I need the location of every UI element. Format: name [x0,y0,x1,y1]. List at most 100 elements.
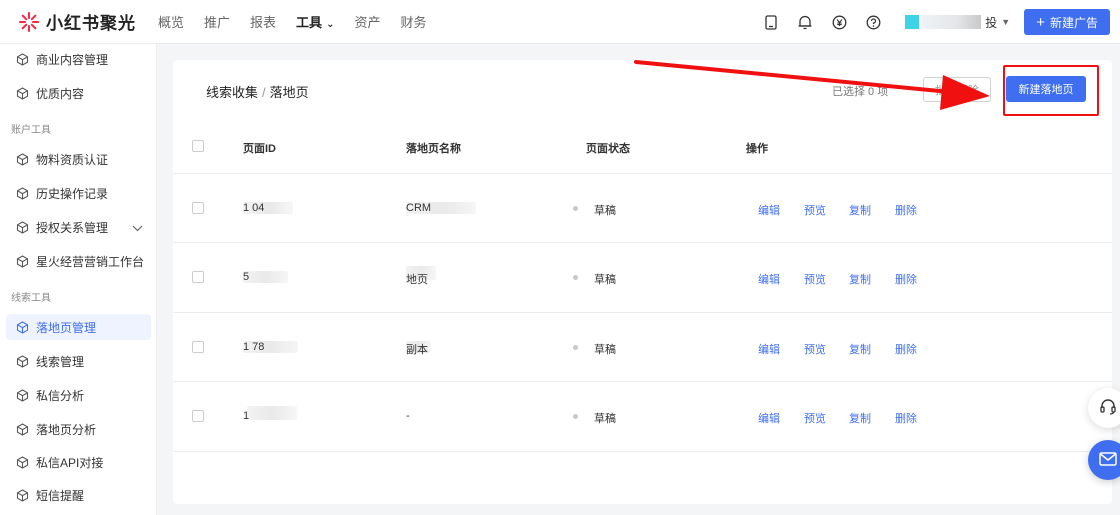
sidebar-item-quality-content[interactable]: 优质内容 [6,80,151,106]
sidebar-item-history[interactable]: 历史操作记录 [6,180,151,206]
row-page-id: 1 04 [243,202,265,214]
sidebar-item-label: 落地页管理 [36,320,97,335]
sidebar-item-lead-mgmt[interactable]: 线索管理 [6,348,151,374]
sidebar-item-label: 落地页分析 [36,422,97,437]
row-checkbox[interactable] [192,410,204,422]
sidebar-item-label: 私信分析 [36,388,85,403]
sidebar-item-label: 短信提醒 [36,488,85,503]
preview-link[interactable]: 预览 [804,202,826,218]
cube-icon [16,186,29,200]
sidebar-item-landing-page-mgmt[interactable]: 落地页管理 [6,314,151,340]
row-checkbox[interactable] [192,341,204,353]
cube-icon [16,86,29,100]
preview-link[interactable]: 预览 [804,341,826,357]
account-switcher[interactable]: 投 ▼ [905,14,1010,31]
logo[interactable]: 小红书聚光 [0,9,150,34]
breadcrumb-current: 落地页 [269,85,309,100]
sidebar-item-dm-api[interactable]: 私信API对接 [6,449,151,475]
status-dot [573,345,578,350]
cube-icon [16,354,29,368]
redacted-id-blur [247,406,297,420]
nav-right: 投 ▼ + 新建广告 [763,0,1110,44]
cube-icon [16,422,29,436]
cube-icon [16,455,29,469]
nav-item-tools[interactable]: 工具 ⌄ [296,12,334,31]
delete-link[interactable]: 删除 [895,271,917,287]
copy-link[interactable]: 复制 [849,271,871,287]
copy-link[interactable]: 复制 [849,341,871,357]
row-divider [173,312,1112,313]
nav-item-finance[interactable]: 财务 [400,12,426,31]
delete-link[interactable]: 删除 [895,410,917,426]
sidebar-item-label: 历史操作记录 [36,186,109,201]
sidebar-item-lp-analysis[interactable]: 落地页分析 [6,416,151,442]
row-status: 草稿 [594,274,616,286]
status-dot [573,206,578,211]
logo-text: 小红书聚光 [46,14,136,33]
row-checkbox[interactable] [192,202,204,214]
nav-item-overview[interactable]: 概览 [158,12,184,31]
select-all-checkbox[interactable] [192,140,204,152]
breadcrumb-parent[interactable]: 线索收集 [206,85,258,100]
help-icon[interactable] [865,14,881,30]
sidebar-item-label: 优质内容 [36,86,85,101]
preview-link[interactable]: 预览 [804,410,826,426]
row-status: 草稿 [594,413,616,425]
avatar [905,15,920,29]
row-checkbox[interactable] [192,271,204,283]
nav-item-tools-label: 工具 [296,15,323,30]
row-status: 草稿 [594,344,616,356]
copy-link[interactable]: 复制 [849,410,871,426]
tablet-icon[interactable] [763,14,779,30]
delete-link[interactable]: 删除 [895,341,917,357]
sidebar-item-dm-analysis[interactable]: 私信分析 [6,382,151,408]
edit-link[interactable]: 编辑 [758,202,780,218]
annotation-highlight-box [1003,65,1099,116]
sidebar-item-sms-reminder[interactable]: 短信提醒 [6,482,151,508]
status-dot [573,275,578,280]
batch-delete-button[interactable]: 批量删除 [923,77,991,102]
row-lp-name: - [406,410,410,422]
plus-icon: + [1036,13,1045,31]
sidebar-item-material-cert[interactable]: 物料资质认证 [6,146,151,172]
cube-icon [16,388,29,402]
cube-icon [16,220,29,234]
copy-link[interactable]: 复制 [849,202,871,218]
edit-link[interactable]: 编辑 [758,410,780,426]
chevron-down-icon: ⌄ [326,19,335,30]
preview-link[interactable]: 预览 [804,271,826,287]
sidebar-item-authorization[interactable]: 授权关系管理 [6,214,151,240]
main-menu: 概览 推广 报表 工具 ⌄ 资产 财务 [158,12,446,31]
new-ad-button[interactable]: + 新建广告 [1024,9,1110,35]
yen-icon[interactable] [831,14,847,30]
row-page-id: 1 78 [243,341,265,353]
redacted-id-blur [243,271,288,283]
chevron-down-icon [132,221,143,235]
account-name-blurred [921,15,982,29]
edit-link[interactable]: 编辑 [758,271,780,287]
sidebar-item-label: 物料资质认证 [36,152,109,167]
landing-page-card: 线索收集 / 落地页 已选择 0 项 批量删除 新建落地页 页面ID 落地页名称 页… [173,60,1112,504]
delete-link[interactable]: 删除 [895,202,917,218]
cube-icon [16,152,29,166]
top-nav: 小红书聚光 概览 推广 报表 工具 ⌄ 资产 财务 投 ▼ + 新建广告 [0,0,1120,44]
row-divider [173,451,1112,452]
breadcrumb: 线索收集 / 落地页 [206,82,309,101]
nav-item-promotion[interactable]: 推广 [204,12,230,31]
nav-item-reports[interactable]: 报表 [250,12,276,31]
row-status: 草稿 [594,205,616,217]
sidebar-item-label: 星火经营营销工作台 [36,254,145,269]
sidebar-item-xinghuo[interactable]: 星火经营营销工作台 [6,248,151,274]
sidebar-item-label: 私信API对接 [36,455,104,470]
edit-link[interactable]: 编辑 [758,341,780,357]
message-button[interactable] [1088,440,1120,480]
row-divider [173,242,1112,243]
sidebar-group-account-tools: 账户工具 [11,125,51,136]
nav-item-assets[interactable]: 资产 [354,12,380,31]
customer-service-button[interactable] [1088,388,1120,428]
column-header-actions: 操作 [746,143,768,155]
bell-icon[interactable] [797,14,813,30]
sidebar-item-commercial-content[interactable]: 商业内容管理 [6,46,151,72]
selected-count: 已选择 0 项 [832,86,889,98]
sidebar-item-label: 商业内容管理 [36,52,109,67]
